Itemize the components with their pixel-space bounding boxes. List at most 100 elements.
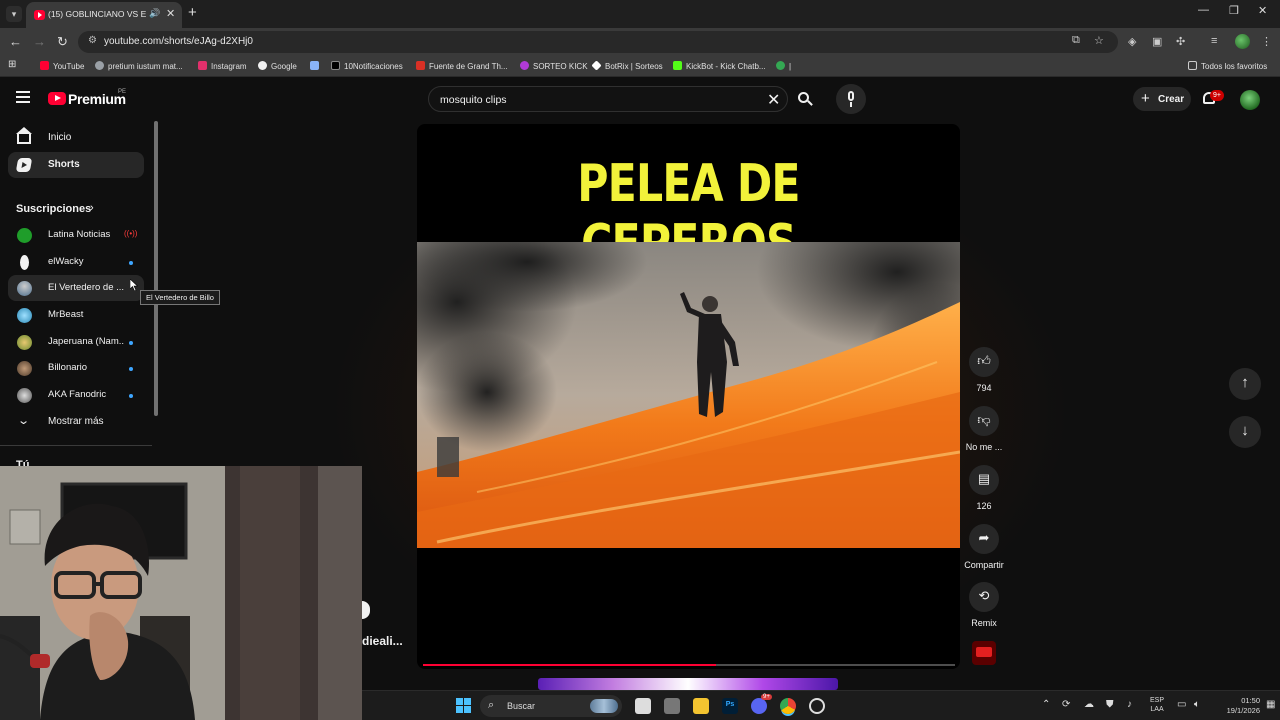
video-progress-fill bbox=[423, 664, 716, 666]
bookmark-unnamed[interactable] bbox=[310, 61, 323, 71]
site-info-icon[interactable]: ⚙ bbox=[88, 35, 97, 46]
search-box[interactable]: mosquito clips ✕ bbox=[428, 86, 788, 112]
close-tab-icon[interactable]: ✕ bbox=[166, 7, 175, 20]
new-content-dot bbox=[129, 341, 133, 345]
create-button[interactable]: + Crear bbox=[1133, 87, 1191, 111]
bookmark-favicon-icon bbox=[95, 61, 104, 70]
forward-button[interactable]: → bbox=[33, 34, 46, 49]
channel-billonario[interactable]: Billonario bbox=[8, 355, 144, 381]
extension-shield-icon[interactable]: ◈ bbox=[1128, 35, 1136, 48]
share-button[interactable]: ➦ Compartir bbox=[963, 524, 1005, 570]
sidebar-item-inicio[interactable]: Inicio bbox=[8, 125, 144, 151]
sidebar-item-shorts[interactable]: Shorts bbox=[8, 152, 144, 178]
sidebar-scrollbar[interactable] bbox=[154, 121, 158, 416]
tab-search-button[interactable]: ▾ bbox=[6, 6, 22, 22]
taskbar-app-icon[interactable] bbox=[664, 698, 680, 714]
like-button[interactable]: 👍︎ 794 bbox=[963, 347, 1005, 393]
speaker-icon[interactable]: 🔊 bbox=[149, 8, 160, 19]
file-explorer-icon[interactable] bbox=[693, 698, 709, 714]
install-app-icon[interactable]: ⧉ bbox=[1072, 34, 1080, 47]
task-view-icon[interactable] bbox=[635, 698, 651, 714]
channel-mrbeast[interactable]: MrBeast bbox=[8, 302, 144, 328]
microphone-icon[interactable] bbox=[836, 84, 866, 114]
extensions-puzzle-icon[interactable]: ✣ bbox=[1176, 35, 1185, 48]
dislike-button[interactable]: 👎︎ No me ... bbox=[963, 406, 1005, 452]
next-short-button[interactable]: ↓ bbox=[1229, 416, 1261, 448]
browser-menu-icon[interactable]: ⋮ bbox=[1261, 35, 1272, 48]
volume-icon[interactable]: 🔈︎ bbox=[1194, 699, 1200, 710]
extension-card-icon[interactable]: ▣ bbox=[1152, 35, 1162, 48]
create-label: Crear bbox=[1158, 94, 1185, 105]
taskbar-search-box[interactable]: ⌕ Buscar bbox=[480, 695, 622, 717]
channel-name: elWacky bbox=[48, 256, 84, 267]
notification-center-icon[interactable]: ▦ bbox=[1266, 699, 1275, 710]
input-language[interactable]: ESP LAA bbox=[1150, 696, 1164, 714]
reload-button[interactable]: ↻ bbox=[57, 34, 68, 50]
bookmark-sorteo-kick[interactable]: SORTEO KICK bbox=[520, 61, 588, 71]
restore-icon[interactable]: ❐ bbox=[1229, 4, 1239, 17]
address-bar[interactable]: ⚙ youtube.com/shorts/eJAg-d2XHj0 ⧉ ☆ bbox=[78, 31, 1118, 53]
window-close-icon[interactable]: ✕ bbox=[1258, 4, 1267, 17]
shorts-video-player[interactable]: PELEA DE CEPEROS bbox=[417, 124, 960, 669]
apps-grid-icon[interactable]: ⊞ bbox=[8, 59, 16, 70]
channel-tooltip: El Vertedero de Billo bbox=[140, 290, 220, 305]
bookmark-label: BotRix | Sorteos bbox=[605, 62, 663, 71]
bookmark-star-icon[interactable]: ☆ bbox=[1094, 34, 1104, 47]
network-icon[interactable]: ▭ bbox=[1177, 699, 1186, 710]
sound-channel-thumbnail[interactable] bbox=[972, 641, 996, 665]
obs-icon[interactable] bbox=[809, 698, 825, 714]
bookmark-pretium[interactable]: pretium iustum mat... bbox=[95, 61, 183, 71]
channel-latina-noticias[interactable]: Latina Noticias ((•)) bbox=[8, 222, 144, 248]
bookmark-youtube[interactable]: YouTube bbox=[40, 61, 84, 71]
browser-profile-avatar[interactable] bbox=[1235, 34, 1250, 49]
tray-mic-icon[interactable]: ♪ bbox=[1127, 699, 1132, 710]
photoshop-icon[interactable]: Ps bbox=[722, 698, 738, 714]
search-icon[interactable] bbox=[797, 91, 813, 107]
minimize-icon[interactable]: — bbox=[1198, 4, 1209, 16]
bookmark-instagram[interactable]: Instagram bbox=[198, 61, 247, 71]
plus-icon: + bbox=[1141, 90, 1150, 107]
hamburger-menu-icon[interactable] bbox=[16, 91, 30, 103]
browser-tab[interactable]: (15) GOBLINCIANO VS EPSTEIN 🔊 ✕ bbox=[26, 2, 182, 28]
channel-japeruana[interactable]: Japeruana (Nam... bbox=[8, 329, 144, 355]
video-progress-bar[interactable] bbox=[423, 664, 955, 666]
chrome-icon[interactable] bbox=[780, 698, 796, 714]
bookmark-kickbot[interactable]: KickBot - Kick Chatb... bbox=[673, 61, 766, 71]
bookmark-google[interactable]: Google bbox=[258, 61, 297, 71]
bookmark-last[interactable]: | bbox=[776, 61, 791, 71]
clear-search-icon[interactable]: ✕ bbox=[767, 90, 780, 110]
tray-shield-icon[interactable]: ⛊ bbox=[1106, 699, 1114, 710]
youtube-logo-icon[interactable] bbox=[48, 92, 66, 105]
reading-list-icon[interactable]: ≡ bbox=[1211, 35, 1217, 47]
search-icon: ⌕ bbox=[488, 699, 495, 711]
dislike-label: No me ... bbox=[965, 442, 1003, 452]
chevron-right-icon[interactable]: › bbox=[90, 202, 94, 214]
account-avatar[interactable] bbox=[1240, 90, 1260, 110]
remix-button[interactable]: ⟲ Remix bbox=[963, 582, 1005, 628]
comment-count: 126 bbox=[976, 501, 992, 511]
windows-start-icon[interactable] bbox=[456, 698, 471, 713]
bookmark-10notificaciones[interactable]: 10Notificaciones bbox=[331, 61, 403, 71]
comments-button[interactable]: ▤ 126 bbox=[963, 465, 1005, 511]
bookmark-fuente-gta[interactable]: Fuente de Grand Th... bbox=[416, 61, 508, 71]
tray-cloud-icon[interactable]: ☁ bbox=[1084, 699, 1094, 710]
tray-sync-icon[interactable]: ⟳ bbox=[1062, 699, 1070, 710]
channel-el-vertedero[interactable]: El Vertedero de ... bbox=[8, 275, 144, 301]
all-bookmarks[interactable]: Todos los favoritos bbox=[1188, 61, 1267, 71]
tray-chevron-icon[interactable]: ⌃ bbox=[1042, 699, 1050, 710]
x-icon bbox=[331, 61, 340, 70]
taskbar-clock[interactable]: 01:50 19/1/2026 bbox=[1214, 696, 1260, 716]
remix-icon: ⟲ bbox=[978, 588, 990, 603]
thumbs-down-icon: 👎︎ bbox=[977, 412, 991, 427]
new-tab-button[interactable]: + bbox=[188, 4, 197, 21]
show-more-button[interactable]: ⌄ Mostrar más bbox=[8, 409, 144, 435]
bookmark-botrix[interactable]: BotRix | Sorteos bbox=[591, 60, 663, 71]
search-input[interactable]: mosquito clips bbox=[440, 94, 507, 106]
previous-short-button[interactable]: ↑ bbox=[1229, 368, 1261, 400]
discord-icon[interactable] bbox=[751, 698, 767, 714]
channel-aka-fanodric[interactable]: AKA Fanodric bbox=[8, 382, 144, 408]
channel-elwacky[interactable]: elWacky bbox=[8, 249, 144, 275]
back-button[interactable]: ← bbox=[9, 34, 22, 49]
instagram-icon bbox=[198, 61, 207, 70]
subscriptions-heading[interactable]: Suscripciones bbox=[16, 203, 91, 215]
